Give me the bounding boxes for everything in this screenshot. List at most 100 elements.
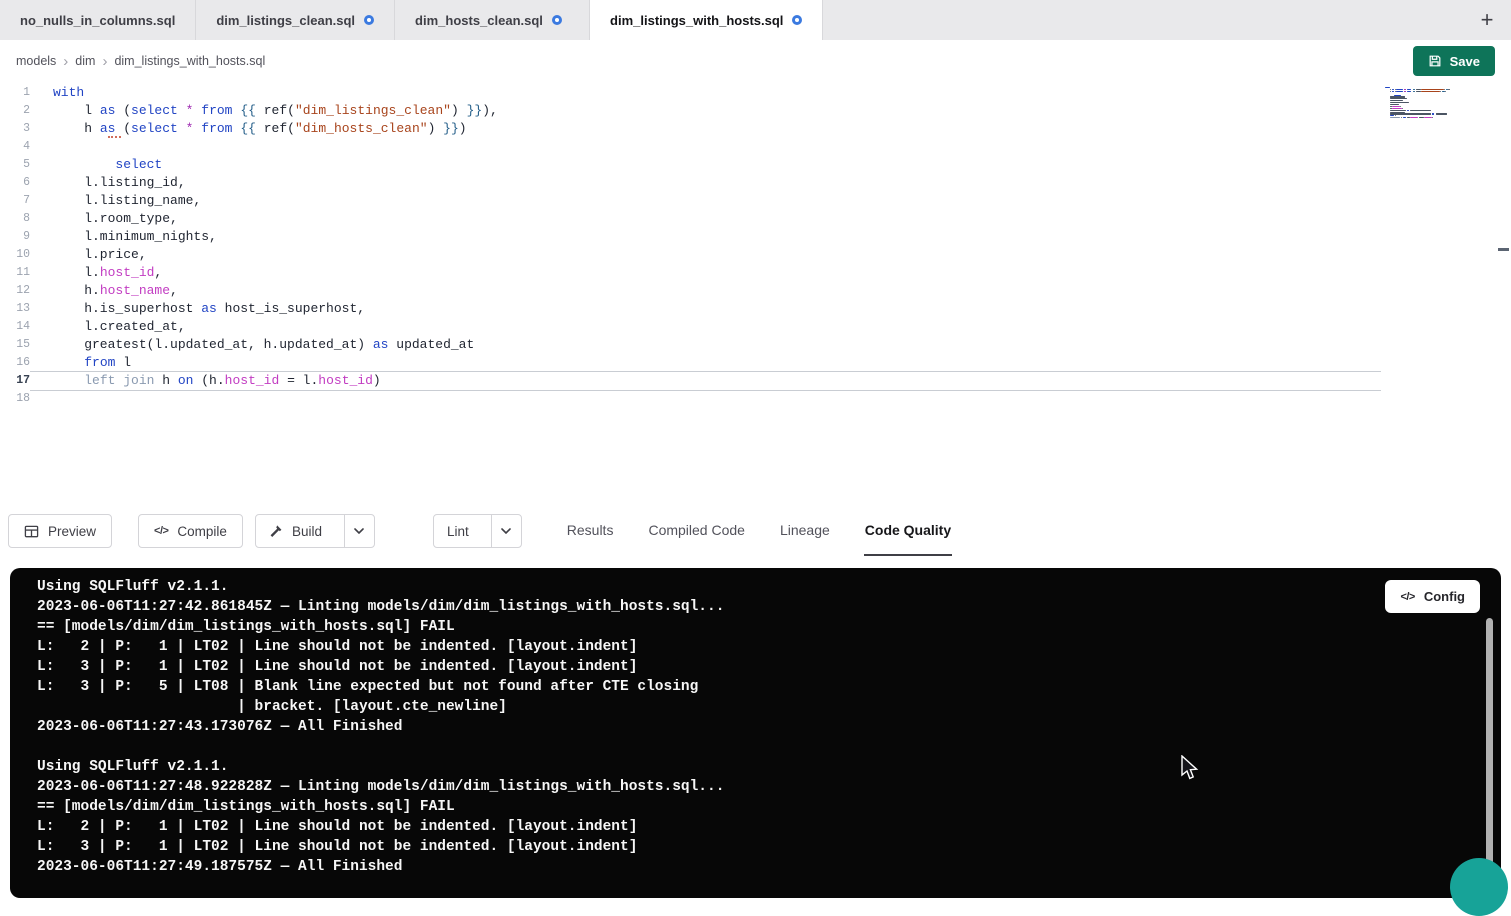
file-tabs: no_nulls_in_columns.sqldim_listings_clea…: [0, 0, 823, 40]
code-line[interactable]: 10 l.price,: [0, 246, 1511, 264]
unsaved-changes-icon: [792, 15, 802, 25]
chevron-down-icon: [354, 528, 364, 534]
code-line-text: l.created_at,: [30, 318, 1381, 336]
code-line[interactable]: 8 l.room_type,: [0, 210, 1511, 228]
code-line[interactable]: 16 from l: [0, 354, 1511, 372]
file-tab[interactable]: dim_listings_with_hosts.sql: [590, 0, 823, 40]
code-token: host_id: [225, 373, 280, 388]
code-line-text: h.host_name,: [30, 282, 1381, 300]
line-number: 17: [0, 372, 30, 390]
code-token: l.listing_id,: [53, 175, 186, 190]
lint-button-group: Lint: [433, 514, 522, 548]
code-line-text: left join h on (h.host_id = l.host_id): [30, 372, 1381, 390]
panel-tab-code-quality[interactable]: Code Quality: [864, 506, 952, 556]
code-token: select: [115, 157, 162, 172]
code-line-text: greatest(l.updated_at, h.updated_at) as …: [30, 336, 1381, 354]
panel-tab-lineage[interactable]: Lineage: [779, 506, 831, 556]
file-tab[interactable]: dim_listings_clean.sql: [196, 0, 395, 40]
panel-tab-results[interactable]: Results: [566, 506, 615, 556]
code-line-text: select: [30, 156, 1381, 174]
code-line[interactable]: 2 l as (select * from {{ ref("dim_listin…: [0, 102, 1511, 120]
code-line[interactable]: 6 l.listing_id,: [0, 174, 1511, 192]
code-line[interactable]: 5 select: [0, 156, 1511, 174]
code-token: as: [100, 103, 116, 118]
code-token: (h.: [193, 373, 224, 388]
file-tab-bar: no_nulls_in_columns.sqldim_listings_clea…: [0, 0, 1511, 40]
terminal-line: 2023-06-06T11:27:49.187575Z — All Finish…: [37, 857, 1501, 877]
minimap[interactable]: [1385, 87, 1465, 121]
code-line-text: with: [30, 84, 1381, 102]
build-options-dropdown[interactable]: [344, 515, 374, 547]
code-line[interactable]: 14 l.created_at,: [0, 318, 1511, 336]
code-token: l.listing_name,: [53, 193, 201, 208]
lint-button[interactable]: Lint: [434, 515, 482, 547]
code-line[interactable]: 1with: [0, 84, 1511, 102]
file-tab[interactable]: no_nulls_in_columns.sql: [0, 0, 196, 40]
terminal-line: == [models/dim/dim_listings_with_hosts.s…: [37, 617, 1501, 637]
file-tab[interactable]: dim_hosts_clean.sql: [395, 0, 590, 40]
config-button[interactable]: </> Config: [1385, 580, 1480, 613]
code-line-text: l.minimum_nights,: [30, 228, 1381, 246]
breadcrumb-item: dim_listings_with_hosts.sql: [114, 54, 265, 68]
terminal-line: 2023-06-06T11:27:42.861845Z — Linting mo…: [37, 597, 1501, 617]
terminal-scrollbar[interactable]: [1486, 618, 1493, 876]
code-line-text: from l: [30, 354, 1381, 372]
lint-options-dropdown[interactable]: [491, 515, 521, 547]
build-button[interactable]: Build: [256, 515, 335, 547]
code-line[interactable]: 17 left join h on (h.host_id = l.host_id…: [0, 372, 1511, 390]
terminal-line: Using SQLFluff v2.1.1.: [37, 757, 1501, 777]
code-token: ,: [154, 265, 162, 280]
code-line[interactable]: 18: [0, 390, 1511, 408]
code-token: l: [115, 355, 131, 370]
code-token: h: [53, 121, 100, 136]
code-line[interactable]: 13 h.is_superhost as host_is_superhost,: [0, 300, 1511, 318]
terminal-panel: Using SQLFluff v2.1.1.2023-06-06T11:27:4…: [10, 568, 1501, 898]
panel-tab-bar: Results Compiled Code Lineage Code Quality: [566, 506, 952, 556]
scrollbar-marker: [1498, 248, 1509, 251]
terminal-output[interactable]: Using SQLFluff v2.1.1.2023-06-06T11:27:4…: [10, 568, 1501, 877]
code-token: greatest(l.updated_at, h.updated_at): [53, 337, 373, 352]
terminal-line: Using SQLFluff v2.1.1.: [37, 577, 1501, 597]
code-line-text: [30, 138, 1381, 156]
mouse-cursor-icon: [1178, 755, 1200, 781]
code-token: from: [84, 355, 115, 370]
terminal-line: == [models/dim/dim_listings_with_hosts.s…: [37, 797, 1501, 817]
code-line[interactable]: 7 l.listing_name,: [0, 192, 1511, 210]
build-button-group: Build: [255, 514, 375, 548]
code-icon: </>: [1400, 591, 1414, 603]
code-token: (: [115, 103, 131, 118]
breadcrumb-separator-icon: ›: [102, 54, 107, 69]
help-chat-button[interactable]: [1450, 858, 1508, 916]
code-token: "dim_listings_clean": [295, 103, 451, 118]
code-token: }}: [443, 121, 459, 136]
code-line[interactable]: 11 l.host_id,: [0, 264, 1511, 282]
code-line-text: h as (select * from {{ ref("dim_hosts_cl…: [30, 120, 1381, 138]
new-tab-button[interactable]: +: [1469, 0, 1505, 40]
compile-button[interactable]: </> Compile: [138, 514, 243, 548]
code-line-text: l.host_id,: [30, 264, 1381, 282]
code-token: as: [100, 121, 116, 136]
breadcrumb-item: dim: [75, 54, 95, 68]
compile-button-label: Compile: [177, 524, 227, 539]
save-button[interactable]: Save: [1413, 46, 1495, 76]
line-number: 2: [0, 102, 30, 120]
code-token: [53, 373, 84, 388]
action-toolbar: Preview </> Compile Build Lint Results Co…: [0, 506, 1511, 556]
panel-tab-compiled-code[interactable]: Compiled Code: [647, 506, 746, 556]
preview-button[interactable]: Preview: [8, 514, 112, 548]
code-token: from: [201, 121, 232, 136]
code-line[interactable]: 4: [0, 138, 1511, 156]
code-token: l.room_type,: [53, 211, 178, 226]
line-number: 7: [0, 192, 30, 210]
code-token: (: [115, 121, 131, 136]
code-line[interactable]: 15 greatest(l.updated_at, h.updated_at) …: [0, 336, 1511, 354]
code-line[interactable]: 12 h.host_name,: [0, 282, 1511, 300]
line-number: 12: [0, 282, 30, 300]
code-token: left join: [84, 373, 154, 388]
code-line[interactable]: 9 l.minimum_nights,: [0, 228, 1511, 246]
lint-button-label: Lint: [447, 524, 469, 539]
code-editor[interactable]: 1with2 l as (select * from {{ ref("dim_l…: [0, 82, 1511, 506]
terminal-line: | bracket. [layout.cte_newline]: [37, 697, 1501, 717]
code-line[interactable]: 3 h as (select * from {{ ref("dim_hosts_…: [0, 120, 1511, 138]
breadcrumb: models›dim›dim_listings_with_hosts.sql: [16, 54, 265, 69]
